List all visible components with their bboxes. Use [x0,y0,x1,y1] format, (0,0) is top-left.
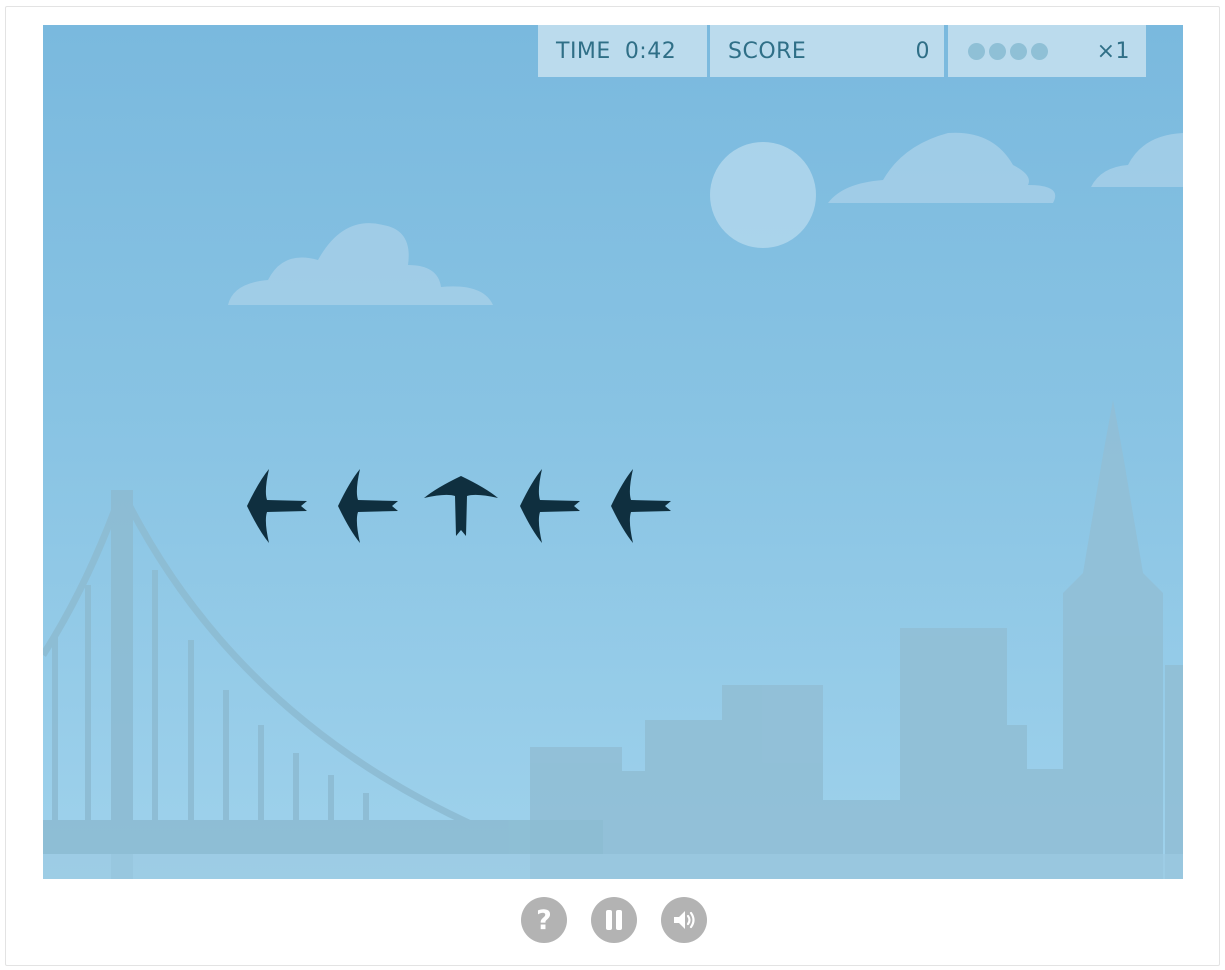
time-value: 0:42 [624,38,677,64]
pause-button[interactable] [591,897,637,943]
ground-haze [43,854,1183,879]
pause-icon [606,910,622,930]
time-panel: TIME 0:42 [538,25,707,77]
sound-button[interactable] [661,897,707,943]
score-panel: SCORE 0 [710,25,944,77]
bird-left-icon [511,469,594,544]
streak-dots [968,42,1048,60]
streak-dot [1010,42,1027,60]
speaker-icon [674,911,695,929]
bird-left-icon [329,469,412,544]
help-button[interactable]: ? [521,897,567,943]
streak-dot [1031,42,1048,60]
bird-left-icon [238,469,321,544]
control-bar: ? [521,897,707,943]
cloud [1091,133,1183,187]
bird-flock [238,469,685,544]
multiplier-value: ×1 [1096,38,1130,64]
score-label: SCORE [728,38,807,64]
streak-dot [989,42,1006,60]
sun [710,142,816,248]
bird-left-icon [602,469,685,544]
bridge [43,490,603,879]
cloud [228,223,493,305]
time-label: TIME [556,38,611,64]
streak-dot [968,42,985,60]
bird-up-icon [420,469,503,544]
background-scene [43,132,1183,879]
cloud [828,132,1056,203]
multiplier-panel: ×1 [948,25,1146,77]
score-value: 0 [915,38,930,64]
game-canvas[interactable]: TIME 0:42 SCORE 0 ×1 [43,25,1183,879]
question-icon: ? [536,904,552,936]
